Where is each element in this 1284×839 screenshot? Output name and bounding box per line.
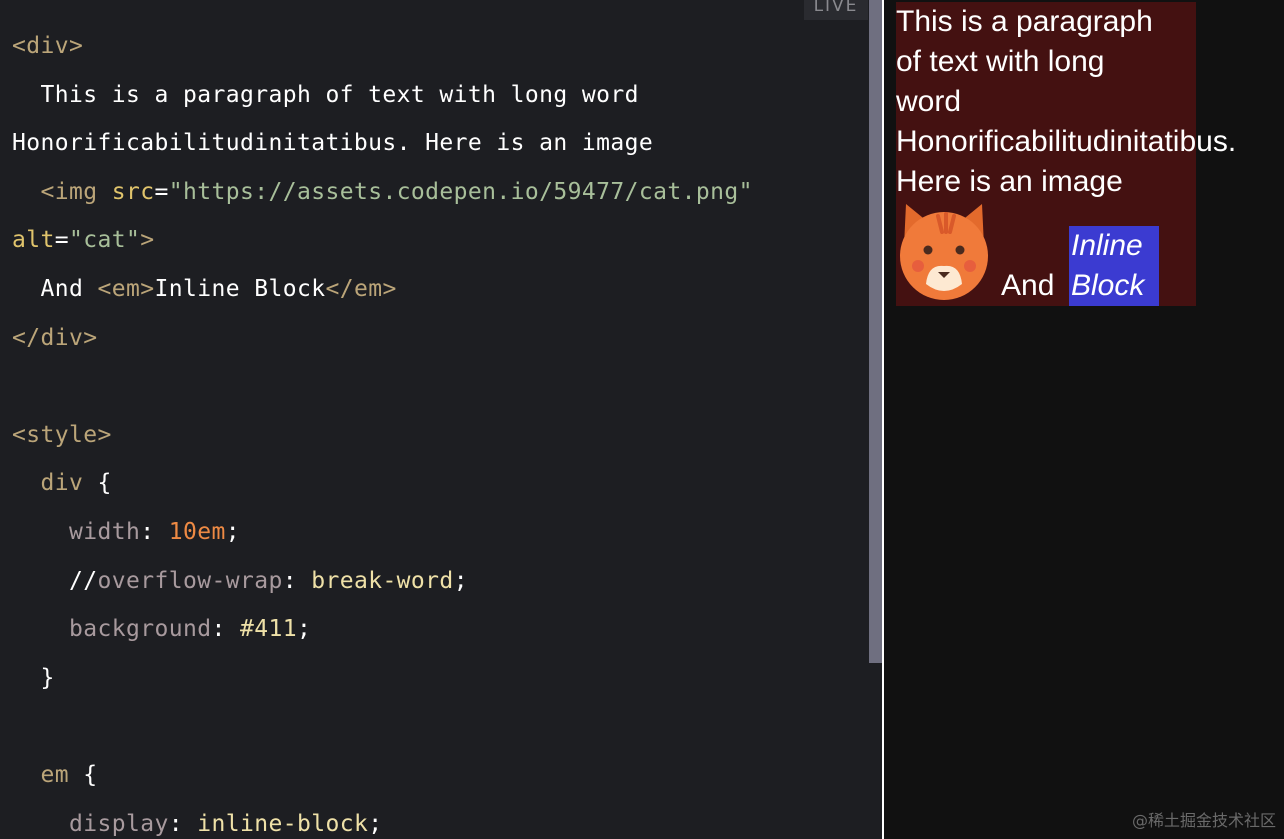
code-token: : — [168, 810, 198, 837]
code-line[interactable]: background: #411; — [12, 605, 753, 654]
code-token: ; — [225, 518, 240, 545]
code-token: <div> — [12, 33, 84, 59]
paragraph-line: This is a paragraph — [896, 5, 1153, 38]
live-preview: This is a paragraph of text with long wo… — [884, 0, 1284, 839]
code-line[interactable]: } — [12, 654, 753, 703]
code-token: ; — [368, 810, 383, 837]
code-token: inline-block — [197, 810, 369, 837]
code-token: // — [12, 567, 98, 594]
code-line[interactable]: This is a paragraph of text with long wo… — [12, 71, 753, 120]
code-token: This is a paragraph of text with long wo… — [12, 81, 639, 108]
code-token: Honorificabilitudinitatibus. Here is an … — [12, 130, 654, 157]
paragraph-line: of text with long — [896, 45, 1105, 78]
live-badge: LIVE — [804, 0, 868, 20]
code-line[interactable]: <style> — [12, 411, 753, 460]
code-token: src — [111, 178, 155, 205]
code-token: Inline Block — [154, 275, 326, 302]
code-token: ; — [453, 567, 468, 594]
code-token: ; — [296, 616, 312, 643]
paragraph-line: Honorificabilitudinitatibus. — [896, 125, 1237, 158]
cat-image — [900, 204, 988, 300]
code-token: <img — [12, 178, 112, 205]
code-token: em — [12, 761, 84, 788]
code-token: overflow-wrap — [97, 567, 283, 594]
code-token: "cat" — [69, 227, 141, 254]
code-lines[interactable]: <div> This is a paragraph of text with l… — [12, 22, 753, 839]
code-line[interactable]: display: inline-block; — [12, 800, 753, 839]
code-token: : — [211, 616, 240, 643]
em-inline-block: Inline Block — [1069, 226, 1159, 306]
code-line[interactable]: <img src="https://assets.codepen.io/5947… — [12, 168, 753, 217]
code-line[interactable]: em { — [12, 751, 753, 800]
em-line: Inline — [1071, 229, 1143, 262]
code-token: { — [83, 761, 98, 788]
code-token: <em> — [97, 275, 155, 302]
code-line[interactable]: </div> — [12, 314, 753, 363]
code-token: 10em — [168, 518, 226, 545]
code-token: <style> — [12, 421, 112, 448]
code-line[interactable]: alt="cat"> — [12, 216, 753, 265]
code-token: "https://assets.codepen.io/59477/cat.png… — [168, 178, 753, 205]
code-editor[interactable]: <div> This is a paragraph of text with l… — [0, 0, 870, 839]
code-token: : — [282, 567, 312, 594]
code-token: { — [97, 470, 112, 497]
code-token: #411 — [239, 616, 297, 643]
code-line[interactable] — [12, 362, 753, 411]
paragraph-line: word — [896, 85, 962, 118]
code-token: = — [154, 178, 169, 205]
code-token: div — [12, 470, 98, 497]
code-token: </em> — [325, 275, 397, 302]
code-token: background — [12, 616, 212, 643]
code-line[interactable]: //overflow-wrap: break-word; — [12, 557, 753, 606]
demo-paragraph: This is a paragraph of text with long wo… — [896, 2, 1284, 202]
editor-scrollbar-thumb[interactable] — [869, 0, 883, 663]
code-token: = — [54, 227, 69, 254]
code-token: width — [12, 518, 141, 545]
code-token: alt — [12, 227, 55, 254]
paragraph-line: Here is an image — [896, 165, 1123, 198]
code-token: > — [140, 227, 155, 254]
code-token: break-word — [311, 567, 454, 594]
code-line[interactable]: And <em>Inline Block</em> — [12, 265, 753, 314]
code-line[interactable]: Honorificabilitudinitatibus. Here is an … — [12, 119, 753, 168]
watermark: @稀土掘金技术社区 — [1131, 811, 1276, 830]
code-line[interactable] — [12, 702, 753, 751]
code-token: </div> — [12, 324, 98, 351]
code-token: } — [12, 664, 55, 691]
code-line[interactable]: <div> — [12, 22, 753, 71]
code-token: display — [12, 810, 169, 837]
and-text: And — [1001, 269, 1055, 302]
code-token: And — [12, 275, 98, 302]
code-line[interactable]: div { — [12, 459, 753, 508]
code-line[interactable]: width: 10em; — [12, 508, 753, 557]
code-token: : — [140, 518, 169, 545]
em-line: Block — [1071, 269, 1145, 302]
